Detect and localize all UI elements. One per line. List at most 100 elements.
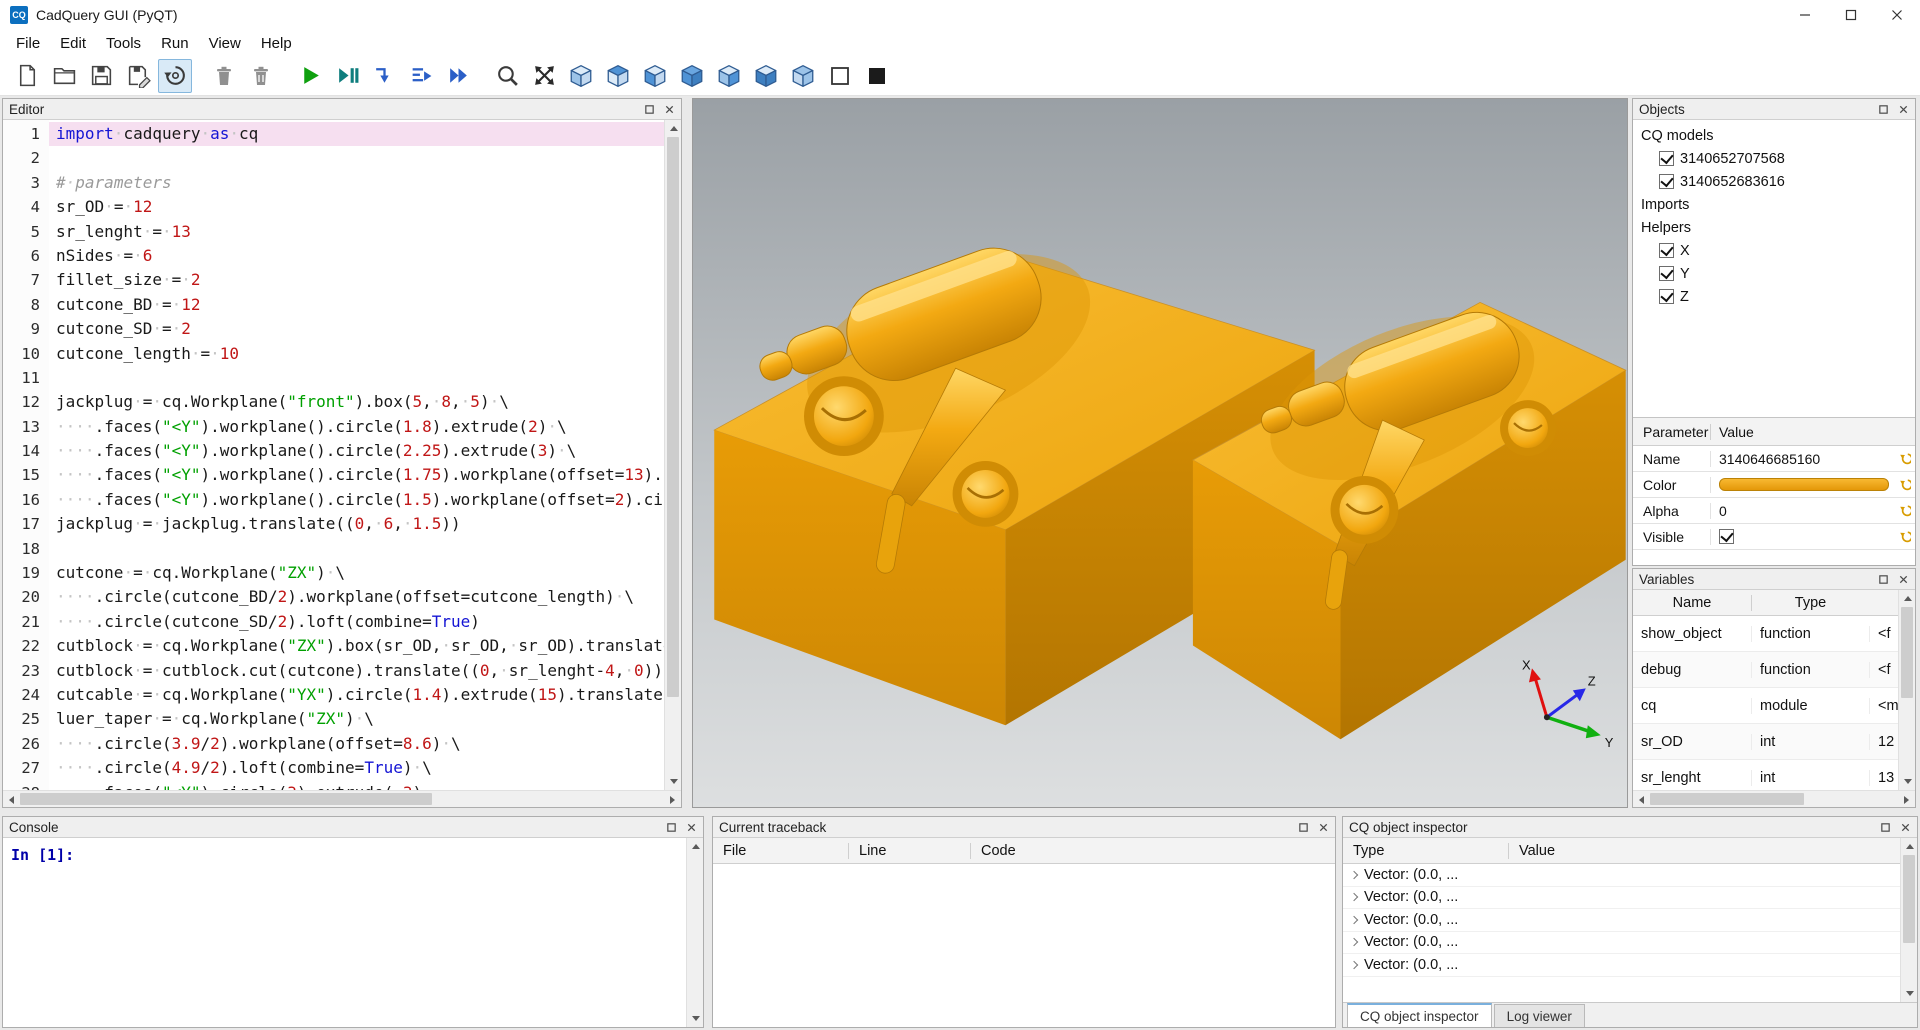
view-back-button[interactable] (786, 59, 820, 93)
inspector-row[interactable]: Vector: (0.0, ... (1343, 909, 1900, 932)
checkbox-checked[interactable] (1659, 151, 1674, 166)
code-line[interactable]: nSides·=·6 (49, 244, 664, 268)
tree-item-helper-x[interactable]: X (1639, 239, 1915, 262)
scroll-right-button[interactable] (1898, 791, 1915, 808)
menu-edit[interactable]: Edit (50, 32, 96, 55)
step-button[interactable] (367, 59, 401, 93)
variable-row[interactable]: sr_OD int 12 (1633, 724, 1898, 760)
float-panel-button[interactable] (1878, 104, 1889, 115)
tree-item-helper-z[interactable]: Z (1639, 285, 1915, 308)
code-line[interactable]: cutcone_BD·=·12 (49, 293, 664, 317)
value-column-header[interactable]: Value (1508, 843, 1900, 859)
color-swatch[interactable] (1719, 478, 1889, 491)
zoom-fit-button[interactable] (490, 59, 524, 93)
code-line[interactable]: cutblock·=·cq.Workplane("ZX").box(sr_OD,… (49, 634, 664, 658)
inspector-row[interactable]: Vector: (0.0, ... (1343, 887, 1900, 910)
clear-console-button[interactable] (207, 59, 241, 93)
save-as-button[interactable] (121, 59, 155, 93)
scroll-up-button[interactable] (687, 838, 704, 855)
code-line[interactable]: ····.circle(cutcone_BD/2).workplane(offs… (49, 585, 664, 609)
code-line[interactable]: ····.circle(3.9/2).workplane(offset=8.6)… (49, 732, 664, 756)
console-vscrollbar[interactable] (686, 838, 703, 1027)
shaded-button[interactable] (860, 59, 894, 93)
checkbox-checked[interactable] (1659, 243, 1674, 258)
checkbox-checked[interactable] (1659, 174, 1674, 189)
reset-icon[interactable] (1893, 478, 1915, 491)
line-column-header[interactable]: Line (848, 843, 970, 859)
float-panel-button[interactable] (1298, 822, 1309, 833)
debug-button[interactable] (330, 59, 364, 93)
inspector-row[interactable]: Vector: (0.0, ... (1343, 932, 1900, 955)
code-line[interactable]: ····.faces("<Y").workplane().circle(1.5)… (49, 488, 664, 512)
checkbox-checked[interactable] (1659, 289, 1674, 304)
expand-chevron-icon[interactable] (1350, 871, 1358, 879)
float-panel-button[interactable] (1880, 822, 1891, 833)
menu-tools[interactable]: Tools (96, 32, 151, 55)
continue-button[interactable] (441, 59, 475, 93)
inspector-row[interactable]: Vector: (0.0, ... (1343, 864, 1900, 887)
editor-code[interactable]: import·cadquery·as·cq#·parameterssr_OD·=… (49, 120, 664, 790)
float-panel-button[interactable] (644, 104, 655, 115)
close-panel-button[interactable] (1898, 574, 1909, 585)
property-row-visible[interactable]: Visible (1633, 524, 1915, 550)
scroll-up-button[interactable] (1899, 590, 1916, 607)
view-front-button[interactable] (675, 59, 709, 93)
property-row-color[interactable]: Color (1633, 472, 1915, 498)
code-line[interactable]: ····.circle(cutcone_SD/2).loft(combine=T… (49, 610, 664, 634)
scroll-left-button[interactable] (3, 791, 20, 808)
fit-all-button[interactable] (527, 59, 561, 93)
tab-log-viewer[interactable]: Log viewer (1494, 1004, 1585, 1027)
scroll-up-button[interactable] (665, 120, 682, 137)
new-file-button[interactable] (10, 59, 44, 93)
view-right-button[interactable] (712, 59, 746, 93)
menu-run[interactable]: Run (151, 32, 199, 55)
code-line[interactable]: ····.circle(4.9/2).loft(combine=True)·\ (49, 756, 664, 780)
tree-group-imports[interactable]: Imports (1639, 193, 1915, 216)
step-next-button[interactable] (404, 59, 438, 93)
render-button[interactable] (293, 59, 327, 93)
variable-row[interactable]: debug function <f (1633, 652, 1898, 688)
open-button[interactable] (47, 59, 81, 93)
scroll-left-button[interactable] (1633, 791, 1650, 808)
property-row-alpha[interactable]: Alpha 0 (1633, 498, 1915, 524)
close-panel-button[interactable] (1898, 104, 1909, 115)
menu-view[interactable]: View (199, 32, 251, 55)
scroll-down-button[interactable] (1899, 773, 1916, 790)
type-column-header[interactable]: Type (1343, 843, 1508, 859)
tree-item-helper-y[interactable]: Y (1639, 262, 1915, 285)
code-line[interactable]: sr_OD·=·12 (49, 195, 664, 219)
editor-vscrollbar[interactable] (664, 120, 681, 790)
view-bottom-button[interactable] (749, 59, 783, 93)
minimize-button[interactable] (1782, 0, 1828, 30)
property-row-name[interactable]: Name 3140646685160 (1633, 446, 1915, 472)
code-line[interactable]: sr_lenght·=·13 (49, 220, 664, 244)
maximize-button[interactable] (1828, 0, 1874, 30)
code-line[interactable]: luer_taper·=·cq.Workplane("ZX")·\ (49, 707, 664, 731)
parameter-column-header[interactable]: Parameter (1633, 424, 1711, 440)
view-iso-button[interactable] (564, 59, 598, 93)
code-line[interactable]: cutblock·=·cutblock.cut(cutcone).transla… (49, 659, 664, 683)
scroll-down-button[interactable] (687, 1010, 704, 1027)
tree-group-helpers[interactable]: Helpers (1639, 216, 1915, 239)
name-column-header[interactable]: Name (1633, 595, 1751, 611)
variables-vscrollbar[interactable] (1898, 590, 1915, 790)
tab-cq-object-inspector[interactable]: CQ object inspector (1347, 1003, 1492, 1028)
code-line[interactable]: cutcable·=·cq.Workplane("YX").circle(1.4… (49, 683, 664, 707)
scroll-down-button[interactable] (1901, 985, 1918, 1002)
type-column-header[interactable]: Type (1751, 595, 1869, 611)
visible-checkbox[interactable] (1719, 529, 1734, 544)
code-line[interactable]: import·cadquery·as·cq (49, 122, 664, 146)
scroll-right-button[interactable] (664, 791, 681, 808)
tree-group-cq-models[interactable]: CQ models (1639, 124, 1915, 147)
expand-chevron-icon[interactable] (1350, 916, 1358, 924)
code-line[interactable] (49, 537, 664, 561)
editor-hscrollbar[interactable] (3, 790, 681, 807)
scroll-down-button[interactable] (665, 773, 682, 790)
code-line[interactable]: ····.faces("<Y").circle(3).extrude(-3) (49, 781, 664, 790)
close-panel-button[interactable] (664, 104, 675, 115)
view-top-button[interactable] (601, 59, 635, 93)
menu-file[interactable]: File (6, 32, 50, 55)
variable-row[interactable]: cq module <m (1633, 688, 1898, 724)
code-line[interactable]: cutcone_length·=·10 (49, 342, 664, 366)
code-column-header[interactable]: Code (970, 843, 1335, 859)
